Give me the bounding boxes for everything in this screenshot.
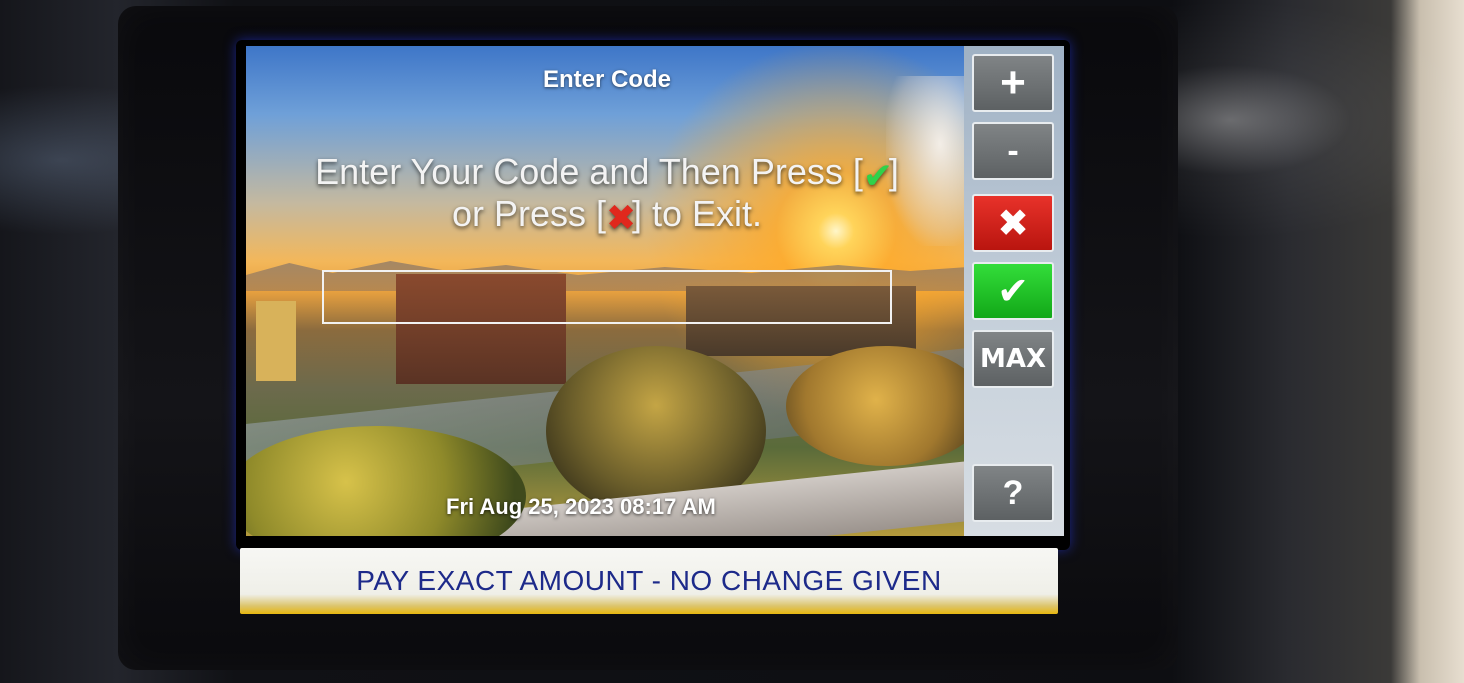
campus-background-image: Enter Code Enter Your Code and Then Pres…: [246, 46, 968, 536]
touchscreen: Enter Code Enter Your Code and Then Pres…: [236, 40, 1070, 550]
code-input[interactable]: [322, 270, 892, 324]
x-icon: ✖: [606, 197, 637, 238]
datetime-display: Fri Aug 25, 2023 08:17 AM: [446, 494, 716, 519]
enter-button[interactable]: ✔: [972, 262, 1054, 320]
instruction-line-2-prefix: or Press [: [451, 193, 606, 234]
check-icon: ✔: [862, 155, 894, 196]
instruction-line-1: Enter Your Code and Then Press [✔]: [246, 151, 968, 196]
side-keypad: + - ✖ ✔ MAX ?: [964, 46, 1064, 536]
background-trees: [786, 346, 968, 466]
cancel-button[interactable]: ✖: [972, 194, 1054, 252]
screen-title: Enter Code: [542, 66, 671, 93]
instruction-line-1-suffix: ]: [888, 151, 899, 192]
plus-button[interactable]: +: [972, 54, 1054, 112]
max-button[interactable]: MAX: [972, 330, 1054, 388]
payment-notice-sign: PAY EXACT AMOUNT - NO CHANGE GIVEN: [240, 548, 1058, 614]
minus-button[interactable]: -: [972, 122, 1054, 180]
instruction-text: Enter Your Code and Then Press [✔] or Pr…: [246, 151, 968, 238]
help-button[interactable]: ?: [972, 464, 1054, 522]
instruction-line-2: or Press [✖] to Exit.: [246, 193, 968, 238]
instruction-line-2-suffix: ] to Exit.: [632, 193, 763, 234]
background-building: [256, 301, 296, 381]
instruction-line-1-prefix: Enter Your Code and Then Press [: [315, 151, 863, 192]
